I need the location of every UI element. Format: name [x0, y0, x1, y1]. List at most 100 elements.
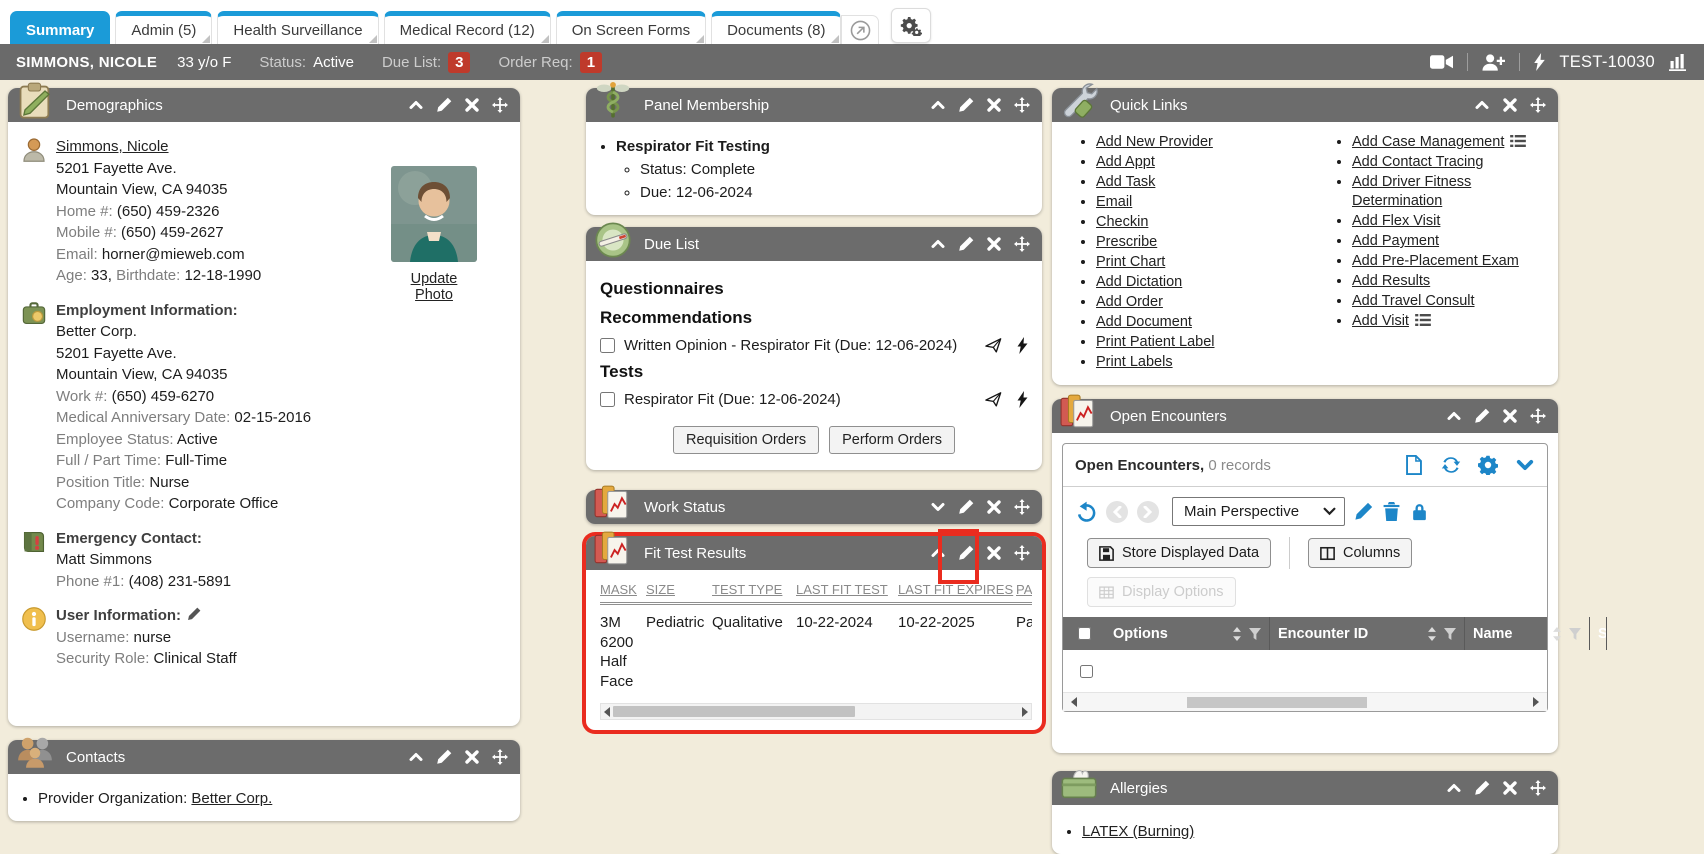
quick-link[interactable]: Email — [1096, 194, 1132, 210]
collapse-icon[interactable] — [1446, 780, 1462, 796]
quick-link[interactable]: Print Chart — [1096, 254, 1165, 270]
quick-action-lightning-icon[interactable] — [1017, 391, 1028, 408]
gear-icon[interactable] — [1478, 455, 1498, 475]
edit-icon[interactable] — [958, 499, 974, 515]
quick-link[interactable]: Add Document — [1096, 314, 1192, 330]
filter-icon[interactable] — [1249, 628, 1261, 640]
tab-documents[interactable]: Documents (8) — [711, 11, 841, 44]
store-displayed-data-button[interactable]: Store Displayed Data — [1087, 538, 1271, 568]
quick-link[interactable]: Add Payment — [1352, 233, 1439, 249]
horizontal-scrollbar[interactable] — [600, 703, 1032, 720]
scroll-right-icon[interactable] — [1533, 697, 1539, 707]
test-checkbox[interactable] — [600, 392, 615, 407]
edit-icon[interactable] — [1474, 780, 1490, 796]
tab-summary[interactable]: Summary — [10, 11, 110, 44]
column-last-fit-test[interactable]: LAST FIT TEST — [796, 582, 888, 597]
select-all-checkbox[interactable] — [1078, 627, 1091, 640]
move-icon[interactable] — [1014, 545, 1030, 561]
edit-icon-highlighted[interactable] — [958, 545, 974, 561]
quick-link[interactable]: Add Appt — [1096, 154, 1155, 170]
quick-link[interactable]: Checkin — [1096, 214, 1148, 230]
perspective-select[interactable]: Main Perspective — [1172, 497, 1345, 526]
tab-health-surveillance[interactable]: Health Surveillance — [217, 11, 378, 44]
move-icon[interactable] — [1530, 408, 1546, 424]
delete-perspective-icon[interactable] — [1382, 502, 1401, 521]
column-pass-fail[interactable]: PASS/FAIL — [1016, 582, 1032, 597]
collapse-icon[interactable] — [930, 97, 946, 113]
move-icon[interactable] — [1014, 97, 1030, 113]
sort-icon[interactable] — [1232, 627, 1242, 641]
quick-link[interactable]: Add Task — [1096, 174, 1155, 190]
quick-link[interactable]: Add Contact Tracing — [1352, 154, 1483, 170]
send-paper-plane-icon[interactable] — [985, 391, 1002, 408]
move-icon[interactable] — [492, 749, 508, 765]
column-last-fit-expires[interactable]: LAST FIT EXPIRES — [898, 582, 1013, 597]
new-document-icon[interactable] — [1404, 455, 1424, 475]
edit-perspective-icon[interactable] — [1354, 502, 1373, 521]
perform-orders-button[interactable]: Perform Orders — [829, 426, 955, 454]
video-camera-icon[interactable] — [1430, 55, 1453, 69]
collapse-icon[interactable] — [930, 545, 946, 561]
due-list-badge[interactable]: 3 — [448, 52, 470, 73]
edit-icon[interactable] — [436, 749, 452, 765]
remove-icon[interactable] — [986, 236, 1002, 252]
quick-link[interactable]: Add Travel Consult — [1352, 293, 1475, 309]
quick-link[interactable]: Add Case Management — [1352, 134, 1504, 150]
column-size[interactable]: SIZE — [646, 582, 675, 597]
move-icon[interactable] — [1530, 97, 1546, 113]
column-mask[interactable]: MASK — [600, 582, 637, 597]
edit-icon[interactable] — [436, 97, 452, 113]
requisition-orders-button[interactable]: Requisition Orders — [673, 426, 819, 454]
collapse-icon[interactable] — [1474, 97, 1490, 113]
move-icon[interactable] — [1014, 236, 1030, 252]
remove-icon[interactable] — [464, 97, 480, 113]
remove-icon[interactable] — [464, 749, 480, 765]
remove-icon[interactable] — [986, 545, 1002, 561]
quick-link[interactable]: Add Dictation — [1096, 274, 1182, 290]
person-add-icon[interactable] — [1482, 54, 1505, 71]
chart-settings-button[interactable] — [891, 8, 931, 43]
bar-chart-icon[interactable] — [1669, 53, 1688, 71]
move-icon[interactable] — [1014, 499, 1030, 515]
allergy-link[interactable]: LATEX (Burning) — [1082, 823, 1194, 840]
update-photo-link[interactable]: Update Photo — [390, 271, 478, 303]
quick-link[interactable]: Print Patient Label — [1096, 334, 1215, 350]
quick-link[interactable]: Prescribe — [1096, 234, 1157, 250]
recommendation-checkbox[interactable] — [600, 338, 615, 353]
scrollbar-thumb[interactable] — [613, 706, 855, 717]
quick-link[interactable]: Print Labels — [1096, 354, 1173, 370]
quick-link[interactable]: Add Results — [1352, 273, 1430, 289]
previous-perspective-button[interactable] — [1106, 501, 1128, 523]
list-icon[interactable] — [1510, 135, 1526, 147]
refresh-icon[interactable] — [1441, 455, 1461, 475]
edit-user-info-icon[interactable] — [187, 607, 201, 621]
open-in-new-window-button[interactable] — [841, 15, 879, 44]
quick-link[interactable]: Add Order — [1096, 294, 1163, 310]
reset-perspective-icon[interactable] — [1075, 501, 1097, 523]
collapse-icon[interactable] — [408, 749, 424, 765]
chevron-down-icon[interactable] — [1515, 455, 1535, 475]
patient-name-link[interactable]: Simmons, Nicole — [56, 138, 169, 155]
remove-icon[interactable] — [1502, 780, 1518, 796]
next-perspective-button[interactable] — [1137, 501, 1159, 523]
filter-icon[interactable] — [1569, 628, 1581, 640]
quick-link[interactable]: Add Flex Visit — [1352, 213, 1440, 229]
tab-on-screen-forms[interactable]: On Screen Forms — [556, 11, 706, 44]
expand-icon[interactable] — [930, 499, 946, 515]
sort-icon[interactable] — [1427, 627, 1437, 641]
move-icon[interactable] — [1530, 780, 1546, 796]
row-checkbox[interactable] — [1080, 665, 1093, 678]
scrollbar-thumb[interactable] — [1187, 697, 1367, 708]
tab-medical-record[interactable]: Medical Record (12) — [384, 11, 551, 44]
collapse-icon[interactable] — [930, 236, 946, 252]
horizontal-scrollbar[interactable] — [1063, 693, 1547, 711]
edit-icon[interactable] — [958, 97, 974, 113]
collapse-icon[interactable] — [1446, 408, 1462, 424]
remove-icon[interactable] — [986, 97, 1002, 113]
lock-perspective-icon[interactable] — [1410, 502, 1429, 521]
tab-admin[interactable]: Admin (5) — [115, 11, 212, 44]
quick-action-lightning-icon[interactable] — [1017, 337, 1028, 354]
remove-icon[interactable] — [1502, 97, 1518, 113]
column-test-type[interactable]: TEST TYPE — [712, 582, 782, 597]
edit-icon[interactable] — [1474, 408, 1490, 424]
